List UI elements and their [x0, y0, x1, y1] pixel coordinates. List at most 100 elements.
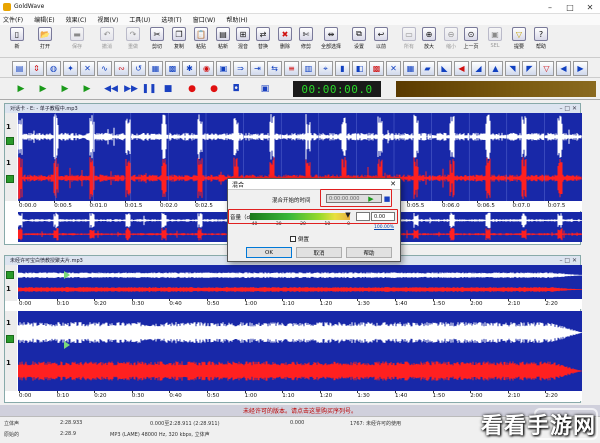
- effect-tool-icon[interactable]: ◥: [505, 61, 520, 76]
- minimize-button[interactable]: –: [540, 0, 560, 14]
- device-controls-icon[interactable]: ▣: [258, 82, 272, 96]
- mix-dialog[interactable]: 混合 ✕ 混合开始的时间 0:00:00.000 ▶ ■ 音量（dB） ▼ 0.…: [227, 178, 401, 262]
- effect-tool-icon[interactable]: ◧: [352, 61, 367, 76]
- effect-tool-icon[interactable]: ▦: [148, 61, 163, 76]
- zoom-in-button[interactable]: ⊕ 放大: [418, 27, 440, 55]
- stop-icon[interactable]: ■: [161, 82, 175, 96]
- right-channel-checkbox[interactable]: [6, 175, 14, 183]
- maximize-button[interactable]: □: [560, 0, 580, 14]
- effect-tool-icon[interactable]: ◀: [556, 61, 571, 76]
- previous-button[interactable]: ↩ 以前: [370, 27, 392, 55]
- effect-tool-icon[interactable]: ▰: [420, 61, 435, 76]
- zoom-out-button[interactable]: ⊖ 缩小: [440, 27, 462, 55]
- effect-tool-icon[interactable]: ▩: [165, 61, 180, 76]
- document-window-2[interactable]: 未经许可宝白愤教授聚夫片.mp3 – □ ✕ 1 0:00 0:10 0:20 0:3…: [4, 255, 582, 403]
- pause-icon[interactable]: ❚❚: [141, 82, 156, 96]
- dialog-close-icon[interactable]: ✕: [390, 180, 396, 188]
- replace-button[interactable]: ⇄ 替换: [252, 27, 274, 55]
- effect-tool-icon[interactable]: ⇆: [267, 61, 282, 76]
- effect-tool-icon[interactable]: ≡: [284, 61, 299, 76]
- menu-item[interactable]: 视图(V): [98, 15, 119, 24]
- cue-marker-icon[interactable]: [64, 341, 70, 349]
- all-button[interactable]: ▭ 所有: [398, 27, 420, 55]
- effect-tool-icon[interactable]: ▩: [369, 61, 384, 76]
- effect-tool-icon[interactable]: ∿: [97, 61, 112, 76]
- effect-tool-icon[interactable]: ⇕: [29, 61, 44, 76]
- effect-tool-icon[interactable]: ▮: [335, 61, 350, 76]
- effect-tool-icon[interactable]: ◣: [437, 61, 452, 76]
- effect-tool-icon[interactable]: ⌖: [318, 61, 333, 76]
- play-view-icon[interactable]: ▶: [58, 82, 72, 96]
- replace-icon: ⇄: [256, 27, 270, 41]
- effect-tool-icon[interactable]: ◤: [522, 61, 537, 76]
- mix-button[interactable]: ⊞ 混音: [232, 27, 254, 55]
- timeline-tick: 1:00: [244, 391, 257, 399]
- cue-button[interactable]: ▽ 提要: [508, 27, 530, 55]
- cut-button[interactable]: ✂ 剪切: [146, 27, 168, 55]
- new-button[interactable]: ▯ 新: [6, 27, 28, 55]
- close-button[interactable]: ✕: [580, 0, 600, 14]
- rewind-icon[interactable]: ◀◀: [104, 82, 118, 96]
- effect-tool-icon[interactable]: ▥: [301, 61, 316, 76]
- effect-tool-icon[interactable]: ◉: [199, 61, 214, 76]
- effect-tool-icon[interactable]: ▦: [403, 61, 418, 76]
- left-channel-checkbox-2a[interactable]: [6, 271, 14, 279]
- play-selection-icon[interactable]: ▶: [36, 82, 50, 96]
- help-button[interactable]: ? 帮助: [530, 27, 552, 55]
- left-channel-checkbox[interactable]: [6, 137, 14, 145]
- effect-tool-icon[interactable]: ⇥: [250, 61, 265, 76]
- ok-button[interactable]: OK: [246, 247, 292, 258]
- trim-button[interactable]: ✄ 修剪: [295, 27, 317, 55]
- effect-tool-icon[interactable]: ⇒: [233, 61, 248, 76]
- menu-item[interactable]: 编辑(E): [34, 15, 54, 24]
- effect-tool-icon[interactable]: ▲: [488, 61, 503, 76]
- menu-item[interactable]: 窗口(W): [193, 15, 216, 24]
- effect-tool-icon[interactable]: ▶: [573, 61, 588, 76]
- paste-button[interactable]: 📋 粘贴: [190, 27, 212, 55]
- menu-item[interactable]: 文件(F): [3, 15, 23, 24]
- effect-tool-icon[interactable]: ✱: [182, 61, 197, 76]
- delete-button[interactable]: ✖ 删除: [274, 27, 296, 55]
- effect-tool-icon[interactable]: ∾: [114, 61, 129, 76]
- effect-tool-icon[interactable]: ◍: [46, 61, 61, 76]
- record-new-icon[interactable]: ●: [207, 82, 221, 96]
- open-button[interactable]: 📂 打开: [34, 27, 56, 55]
- effect-tool-icon[interactable]: ✕: [80, 61, 95, 76]
- effect-tool-icon[interactable]: ↺: [131, 61, 146, 76]
- play-icon[interactable]: ▶: [14, 82, 28, 96]
- overview-waveform-2[interactable]: [18, 265, 582, 299]
- effect-tool-icon[interactable]: ◢: [471, 61, 486, 76]
- sel-button[interactable]: ▣ SEL: [484, 27, 506, 55]
- menu-item[interactable]: 选项(T): [161, 15, 181, 24]
- effect-tool-icon[interactable]: ▽: [539, 61, 554, 76]
- volume-percent-link[interactable]: 100.00%: [374, 225, 394, 230]
- select-all-button[interactable]: ⇹ 全部选择: [320, 27, 342, 55]
- help-button[interactable]: 帮助: [346, 247, 392, 258]
- cancel-button[interactable]: 取消: [296, 247, 342, 258]
- document-2-window-buttons[interactable]: – □ ✕: [559, 257, 577, 264]
- paste-new-button[interactable]: ▤ 粘新: [212, 27, 234, 55]
- document-1-window-buttons[interactable]: – □ ✕: [559, 105, 577, 112]
- menu-item[interactable]: 帮助(H): [226, 15, 247, 24]
- undo-button[interactable]: ↶ 撤消: [96, 27, 118, 55]
- set-button[interactable]: ⧉ 设置: [348, 27, 370, 55]
- effect-tool-icon[interactable]: ✕: [386, 61, 401, 76]
- invert-row[interactable]: 倒置: [290, 235, 309, 243]
- menu-item[interactable]: 工具(U): [129, 15, 150, 24]
- redo-button[interactable]: ↷ 重做: [122, 27, 144, 55]
- save-button[interactable]: ▬ 保存: [66, 27, 88, 55]
- effect-tool-icon[interactable]: ▤: [12, 61, 27, 76]
- effect-tool-icon[interactable]: ◀: [454, 61, 469, 76]
- copy-button[interactable]: ❐ 复制: [168, 27, 190, 55]
- fast-forward-icon[interactable]: ▶▶: [124, 82, 138, 96]
- record-icon[interactable]: ●: [185, 82, 199, 96]
- effect-tool-icon[interactable]: ▣: [216, 61, 231, 76]
- effect-tool-icon[interactable]: ✦: [63, 61, 78, 76]
- monitor-icon[interactable]: ◘: [229, 82, 243, 96]
- play-loop-icon[interactable]: ▶: [80, 82, 94, 96]
- menu-item[interactable]: 效果(C): [66, 15, 87, 24]
- prev-page-button[interactable]: ⊙ 上一页: [460, 27, 482, 55]
- invert-checkbox[interactable]: [290, 236, 296, 242]
- left-channel-checkbox-2[interactable]: [6, 335, 14, 343]
- waveform-display-2[interactable]: [18, 311, 582, 391]
